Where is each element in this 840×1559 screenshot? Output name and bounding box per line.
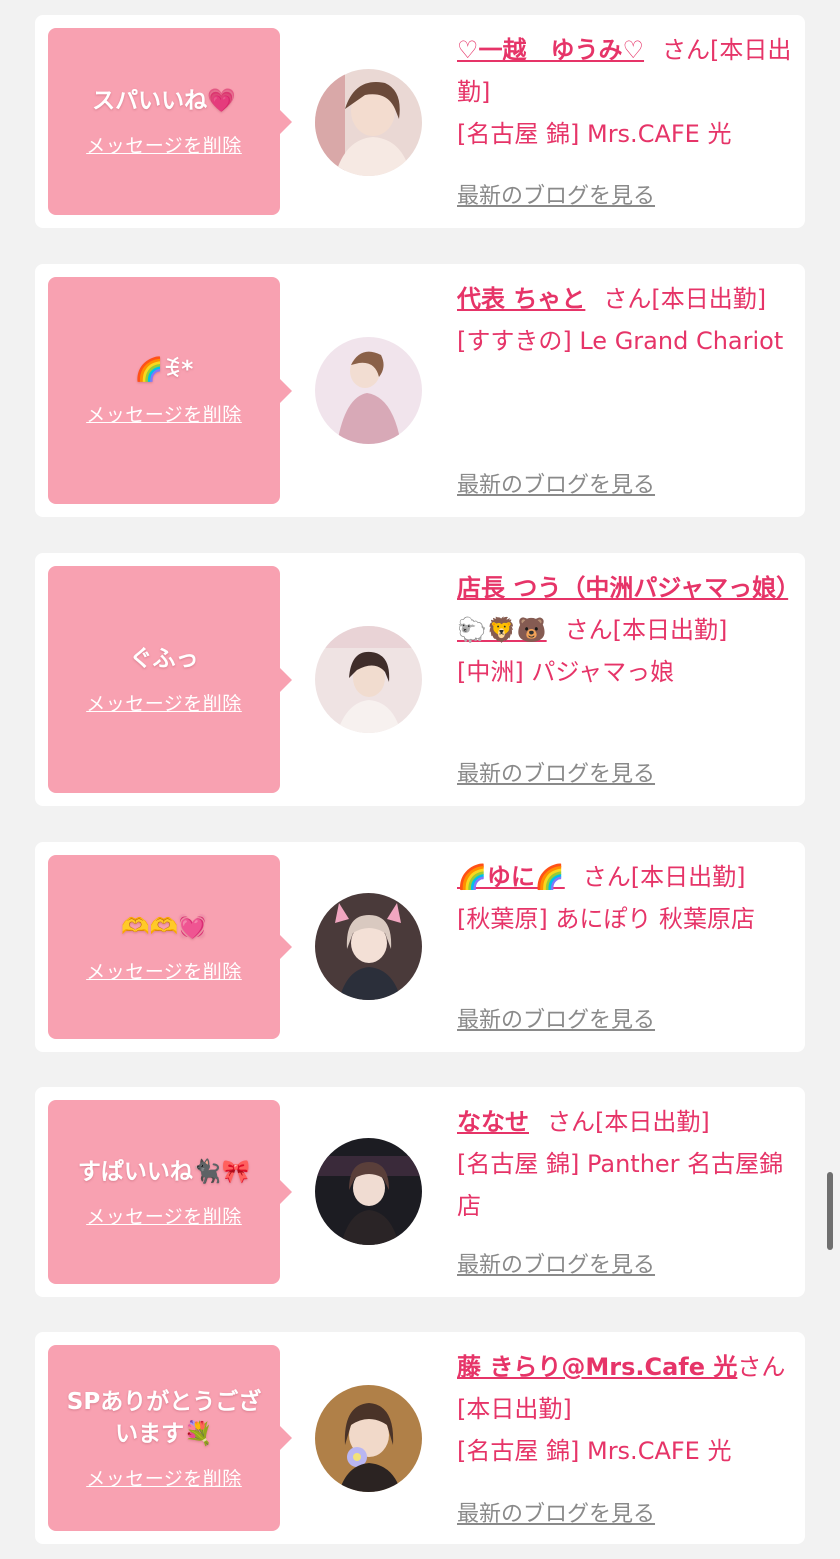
status-badge: [本日出勤]: [630, 863, 746, 891]
cast-name-link[interactable]: ななせ: [457, 1108, 529, 1136]
blog-link[interactable]: 最新のブログを見る: [457, 467, 655, 499]
avatar[interactable]: [315, 1138, 422, 1245]
message-text: ぐふっ: [129, 646, 199, 672]
cast-name-link[interactable]: 代表 ちゃと: [457, 285, 585, 313]
message-text: スパいいね💗: [92, 88, 236, 114]
delete-message-link[interactable]: メッセージを削除: [86, 689, 242, 716]
delete-message-link[interactable]: メッセージを削除: [86, 400, 242, 427]
honorific: さん: [737, 1353, 786, 1381]
avatar[interactable]: [315, 1385, 422, 1492]
status-badge: [本日出勤]: [651, 285, 767, 313]
message-list: スパいいね💗 メッセージを削除 ♡一越 ゆうみ♡ さん[本日出勤] [名古屋 錦]…: [0, 0, 840, 1559]
blog-link[interactable]: 最新のブログを見る: [457, 1002, 655, 1034]
honorific: さん: [603, 285, 652, 313]
scrollbar[interactable]: [827, 1172, 833, 1250]
shop-name: [名古屋 錦] Mrs.CAFE 光: [457, 1437, 732, 1465]
avatar[interactable]: [315, 626, 422, 733]
shop-name: [すすきの] Le Grand Chariot: [457, 327, 784, 355]
avatar[interactable]: [315, 69, 422, 176]
cast-info: 代表 ちゃと さん[本日出勤] [すすきの] Le Grand Chariot: [457, 278, 797, 362]
list-item: 🫶🫶💓 メッセージを削除 🌈ゆに🌈 さん[本日出勤] [秋葉原] あにぽり 秋葉原…: [35, 842, 805, 1052]
cast-info: 藤 きらり@Mrs.Cafe 光さん [本日出勤] [名古屋 錦] Mrs.CAF…: [457, 1346, 797, 1472]
blog-link[interactable]: 最新のブログを見る: [457, 1247, 655, 1279]
message-bubble: すぱいいね🐈‍⬛🎀 メッセージを削除: [48, 1100, 292, 1284]
message-bubble: スパいいね💗 メッセージを削除: [48, 28, 292, 215]
avatar[interactable]: [315, 893, 422, 1000]
message-bubble: 🫶🫶💓 メッセージを削除: [48, 855, 292, 1039]
message-bubble: 🌈ꉂ* メッセージを削除: [48, 277, 292, 504]
honorific: さん: [582, 863, 631, 891]
blog-link[interactable]: 最新のブログを見る: [457, 178, 655, 210]
shop-name: [中洲] パジャマっ娘: [457, 658, 675, 686]
cast-name-link[interactable]: ♡一越 ゆうみ♡: [457, 36, 644, 64]
cast-name-link[interactable]: 🌈ゆに🌈: [457, 863, 565, 891]
cast-name-link[interactable]: 藤 きらり@Mrs.Cafe 光: [457, 1353, 737, 1381]
delete-message-link[interactable]: メッセージを削除: [86, 957, 242, 984]
list-item: ぐふっ メッセージを削除 店長 つう（中洲パジャマっ娘）🐑🦁🐻 さん[本日出勤] …: [35, 553, 805, 806]
blog-link[interactable]: 最新のブログを見る: [457, 756, 655, 788]
message-bubble: SPありがとうございます💐 メッセージを削除: [48, 1345, 292, 1531]
delete-message-link[interactable]: メッセージを削除: [86, 131, 242, 158]
message-text: 🌈ꉂ*: [134, 357, 194, 383]
message-bubble: ぐふっ メッセージを削除: [48, 566, 292, 793]
list-item: SPありがとうございます💐 メッセージを削除 藤 きらり@Mrs.Cafe 光さ…: [35, 1332, 805, 1544]
cast-info: ななせ さん[本日出勤] [名古屋 錦] Panther 名古屋錦店: [457, 1101, 797, 1227]
cast-info: 店長 つう（中洲パジャマっ娘）🐑🦁🐻 さん[本日出勤] [中洲] パジャマっ娘: [457, 567, 797, 693]
status-badge: [本日出勤]: [612, 616, 728, 644]
avatar[interactable]: [315, 337, 422, 444]
delete-message-link[interactable]: メッセージを削除: [86, 1464, 242, 1491]
message-text: 🫶🫶💓: [121, 913, 207, 940]
list-item: スパいいね💗 メッセージを削除 ♡一越 ゆうみ♡ さん[本日出勤] [名古屋 錦]…: [35, 15, 805, 228]
honorific: さん: [547, 1108, 595, 1136]
list-item: すぱいいね🐈‍⬛🎀 メッセージを削除 ななせ さん[本日出勤] [名古屋 錦] P…: [35, 1087, 805, 1297]
status-badge: [本日出勤]: [457, 1395, 572, 1423]
message-text: SPありがとうございます💐: [66, 1388, 262, 1447]
message-text: すぱいいね🐈‍⬛🎀: [77, 1158, 251, 1185]
shop-name: [名古屋 錦] Mrs.CAFE 光: [457, 120, 732, 148]
honorific: さん: [564, 616, 613, 644]
shop-name: [名古屋 錦] Panther 名古屋錦店: [457, 1150, 784, 1220]
delete-message-link[interactable]: メッセージを削除: [86, 1202, 242, 1229]
cast-info: ♡一越 ゆうみ♡ さん[本日出勤] [名古屋 錦] Mrs.CAFE 光: [457, 29, 797, 155]
shop-name: [秋葉原] あにぽり 秋葉原店: [457, 905, 755, 933]
list-item: 🌈ꉂ* メッセージを削除 代表 ちゃと さん[本日出勤] [すすきの] Le Gr…: [35, 264, 805, 517]
honorific: さん: [662, 36, 711, 64]
status-badge: [本日出勤]: [595, 1108, 710, 1136]
blog-link[interactable]: 最新のブログを見る: [457, 1496, 655, 1528]
cast-info: 🌈ゆに🌈 さん[本日出勤] [秋葉原] あにぽり 秋葉原店: [457, 856, 797, 940]
